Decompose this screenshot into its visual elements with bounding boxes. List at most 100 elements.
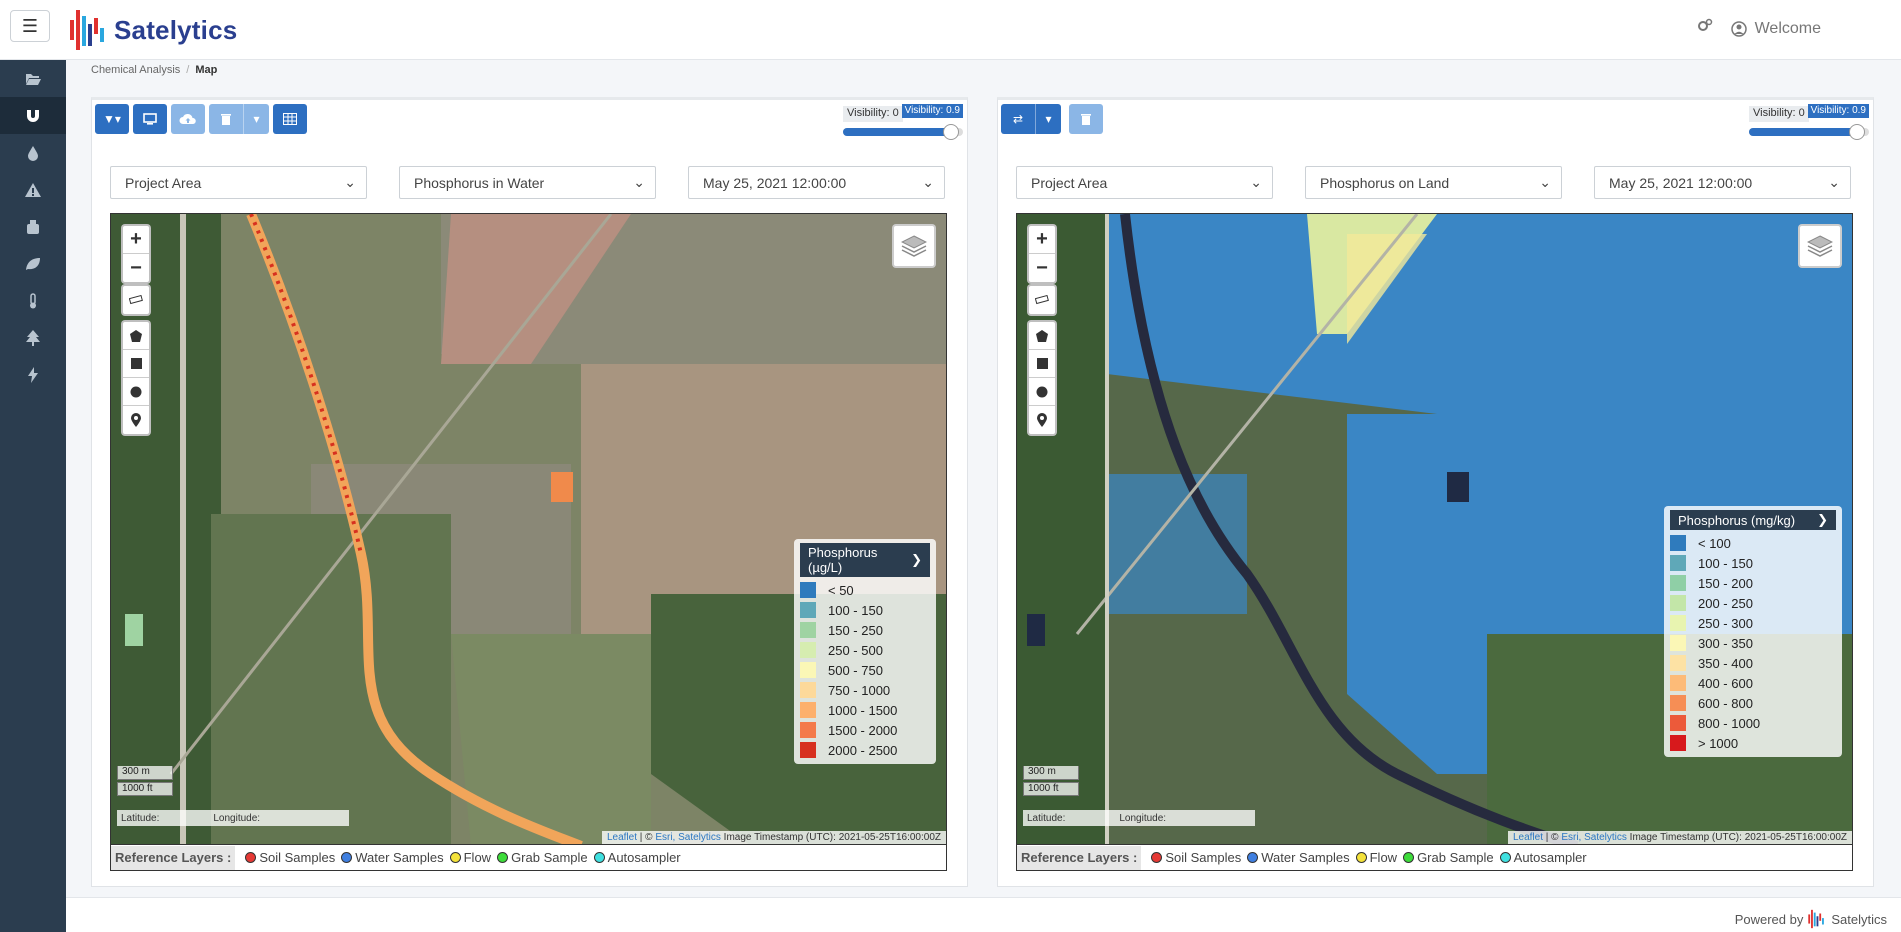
zoom-in-button[interactable]: +	[123, 226, 149, 254]
draw-marker-button[interactable]	[123, 406, 149, 434]
esri-link[interactable]: Esri,	[1561, 832, 1581, 843]
visibility-handle[interactable]	[943, 124, 959, 140]
sidebar-item-power[interactable]	[0, 356, 66, 393]
measure-control	[121, 284, 151, 316]
map-view[interactable]: + − Phosphorus (mg/kg) ❯ < 100 100 - 150 15…	[1016, 213, 1853, 845]
legend-header[interactable]: Phosphorus (mg/kg) ❯	[1670, 510, 1836, 530]
satelytics-link[interactable]: Satelytics	[678, 832, 721, 843]
breadcrumb-parent[interactable]: Chemical Analysis	[91, 64, 180, 76]
legend-label: 1000 - 1500	[828, 702, 898, 718]
visibility-handle[interactable]	[1849, 124, 1865, 140]
latitude-label: Latitude:	[121, 812, 160, 824]
draw-toolbar	[121, 320, 151, 436]
area-select[interactable]: Project Area ⌄	[110, 166, 367, 199]
sidebar-item-projects[interactable]	[0, 60, 66, 97]
draw-polygon-button[interactable]	[123, 322, 149, 350]
legend-item: 500 - 750	[800, 660, 930, 680]
legend-item: 100 - 150	[800, 600, 930, 620]
legend-header[interactable]: Phosphorus (µg/L) ❯	[800, 543, 930, 577]
reference-layer-toggle[interactable]: Water Samples	[335, 850, 444, 865]
draw-rectangle-button[interactable]	[123, 350, 149, 378]
analyte-select-value: Phosphorus in Water	[414, 174, 545, 191]
leaf-icon	[26, 257, 40, 270]
sidebar-item-water[interactable]	[0, 134, 66, 171]
zoom-in-button[interactable]: +	[1029, 226, 1055, 254]
draw-marker-button[interactable]	[1029, 406, 1055, 434]
esri-link[interactable]: Esri,	[655, 832, 675, 843]
zoom-out-button[interactable]: −	[1029, 254, 1055, 282]
leaflet-link[interactable]: Leaflet	[607, 832, 637, 843]
sidebar-item-forestry[interactable]	[0, 319, 66, 356]
datetime-select[interactable]: May 25, 2021 12:00:00 ⌄	[1594, 166, 1851, 199]
map-pin-icon	[1037, 413, 1047, 427]
circle-icon	[130, 386, 142, 397]
delete-button[interactable]	[209, 104, 243, 134]
chevron-down-icon: ⌄	[922, 174, 934, 190]
visibility-value-label: Visibility: 0.9	[1807, 104, 1869, 118]
draw-circle-button[interactable]	[123, 378, 149, 406]
sidebar-item-chemical[interactable]	[0, 97, 66, 134]
legend-swatch	[1670, 555, 1686, 571]
legend-item: 750 - 1000	[800, 680, 930, 700]
sidebar-item-assets[interactable]	[0, 208, 66, 245]
reference-layer-label: Flow	[1369, 850, 1398, 865]
tank-icon	[27, 219, 39, 234]
datetime-select[interactable]: May 25, 2021 12:00:00 ⌄	[688, 166, 945, 199]
reference-layer-toggle[interactable]: Autosampler	[1494, 850, 1587, 865]
reference-layer-toggle[interactable]: Soil Samples	[239, 850, 335, 865]
reference-layer-toggle[interactable]: Water Samples	[1241, 850, 1350, 865]
measure-ruler-button[interactable]	[1029, 286, 1055, 314]
draw-rectangle-button[interactable]	[1029, 350, 1055, 378]
legend-swatch	[800, 702, 816, 718]
reference-layer-label: Flow	[463, 850, 492, 865]
legend-label: 300 - 350	[1698, 635, 1753, 651]
swap-dropdown-toggle[interactable]: ▾	[1035, 104, 1061, 134]
delete-button[interactable]	[1069, 104, 1103, 134]
reference-layer-toggle[interactable]: Grab Sample	[1397, 850, 1494, 865]
legend-item: 150 - 200	[1670, 573, 1836, 593]
thermometer-icon	[30, 292, 36, 308]
table-view-button[interactable]	[273, 104, 307, 134]
measure-ruler-button[interactable]	[123, 286, 149, 314]
reference-layer-toggle[interactable]: Flow	[1350, 850, 1397, 865]
visibility-fill	[843, 128, 951, 136]
satelytics-link[interactable]: Satelytics	[1584, 832, 1627, 843]
draw-circle-button[interactable]	[1029, 378, 1055, 406]
display-button[interactable]	[133, 104, 167, 134]
layers-control-button[interactable]	[892, 224, 936, 268]
satelytics-logo-icon	[70, 10, 104, 50]
visibility-slider[interactable]: Visibility: 0 Visibility: 0.9	[843, 104, 963, 140]
analyte-select[interactable]: Phosphorus in Water ⌄	[399, 166, 656, 199]
cloud-upload-button[interactable]	[171, 104, 205, 134]
analyte-select[interactable]: Phosphorus on Land ⌄	[1305, 166, 1562, 199]
hamburger-menu-button[interactable]: ☰	[10, 10, 50, 42]
map-view[interactable]: + − Phosphorus (µg/L) ❯ < 50 100 - 150 150 …	[110, 213, 947, 845]
scale-bar-metric: 300 m	[1023, 766, 1079, 780]
legend-swatch	[1670, 655, 1686, 671]
sidebar-item-temperature[interactable]	[0, 282, 66, 319]
legend-item: 1000 - 1500	[800, 700, 930, 720]
reference-layer-toggle[interactable]: Soil Samples	[1145, 850, 1241, 865]
swap-button[interactable]: ⇄	[1001, 104, 1035, 134]
leaflet-link[interactable]: Leaflet	[1513, 832, 1543, 843]
legend-item: 250 - 500	[800, 640, 930, 660]
reference-layer-toggle[interactable]: Flow	[444, 850, 491, 865]
area-select[interactable]: Project Area ⌄	[1016, 166, 1273, 199]
logo[interactable]: Satelytics	[68, 6, 237, 54]
reference-layer-toggle[interactable]: Autosampler	[588, 850, 681, 865]
zoom-control: + −	[121, 224, 151, 284]
legend-item: < 100	[1670, 533, 1836, 553]
top-bar: ☰ Satelytics Welcome	[0, 0, 1901, 60]
draw-polygon-button[interactable]	[1029, 322, 1055, 350]
filter-dropdown-button[interactable]: ▼▾	[95, 104, 129, 134]
sidebar-item-vegetation[interactable]	[0, 245, 66, 282]
reference-layer-toggle[interactable]: Grab Sample	[491, 850, 588, 865]
legend-label: 200 - 250	[1698, 595, 1753, 611]
settings-icon[interactable]	[1697, 18, 1713, 39]
layers-control-button[interactable]	[1798, 224, 1842, 268]
visibility-slider[interactable]: Visibility: 0 Visibility: 0.9	[1749, 104, 1869, 140]
user-menu[interactable]: Welcome	[1730, 20, 1821, 38]
zoom-out-button[interactable]: −	[123, 254, 149, 282]
sidebar-item-alerts[interactable]	[0, 171, 66, 208]
delete-dropdown-toggle[interactable]: ▾	[243, 104, 269, 134]
